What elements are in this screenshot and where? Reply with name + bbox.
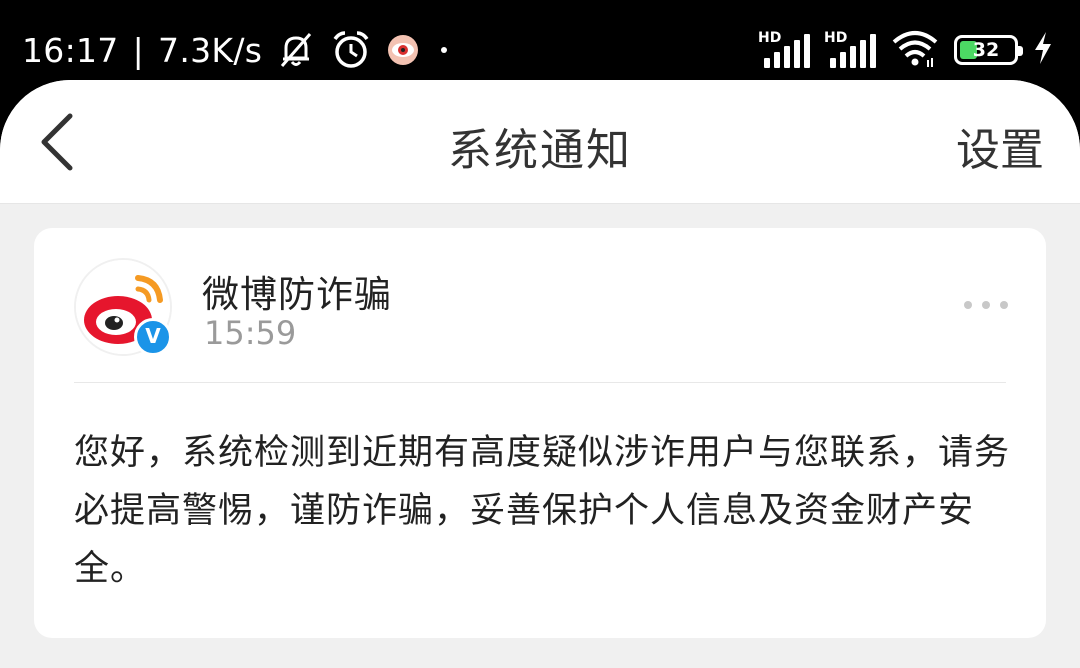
eye-app-icon — [386, 33, 420, 67]
signal-icon: HD — [758, 30, 810, 70]
divider — [74, 382, 1006, 383]
more-dot-icon — [964, 301, 972, 309]
sender-name[interactable]: 微博防诈骗 — [202, 264, 392, 318]
dot-icon — [434, 40, 454, 60]
wifi-icon — [890, 28, 940, 72]
phone-screen: 16:17 | 7.3K/s HD HD 32 系统通知 设置 V 微博防诈骗 … — [0, 0, 1080, 668]
verified-badge: V — [134, 318, 172, 356]
battery-level: 32 — [972, 39, 1000, 61]
navigation-bar: 系统通知 设置 — [0, 80, 1080, 204]
more-options-button[interactable] — [964, 298, 1008, 312]
status-bar-right: HD HD 32 — [758, 26, 1054, 74]
status-separator: | — [132, 30, 145, 70]
page-title: 系统通知 — [448, 125, 632, 176]
notification-time: 15:59 — [204, 314, 297, 352]
notification-message: 您好，系统检测到近期有高度疑似涉诈用户与您联系，请务必提高警惕，谨防诈骗，妥善保… — [74, 433, 1011, 589]
notification-card[interactable]: V 微博防诈骗 15:59 您好，系统检测到近期有高度疑似涉诈用户与您联系，请务… — [34, 228, 1046, 638]
charging-icon — [1032, 30, 1054, 70]
signal-icon-sim2: HD — [824, 30, 876, 70]
status-time: 16:17 — [22, 30, 119, 70]
mute-bell-icon — [276, 30, 316, 70]
more-dot-icon — [982, 301, 990, 309]
battery-icon: 32 — [954, 35, 1023, 65]
app-container: 系统通知 设置 V 微博防诈骗 15:59 您好，系统检测到近期有高度疑似涉诈用… — [0, 80, 1080, 668]
settings-button[interactable]: 设置 — [956, 114, 1044, 178]
more-dot-icon — [1000, 301, 1008, 309]
alarm-icon — [330, 29, 372, 71]
network-speed: 7.3K/s — [158, 30, 263, 70]
status-bar-left: 16:17 | 7.3K/s — [22, 26, 454, 74]
